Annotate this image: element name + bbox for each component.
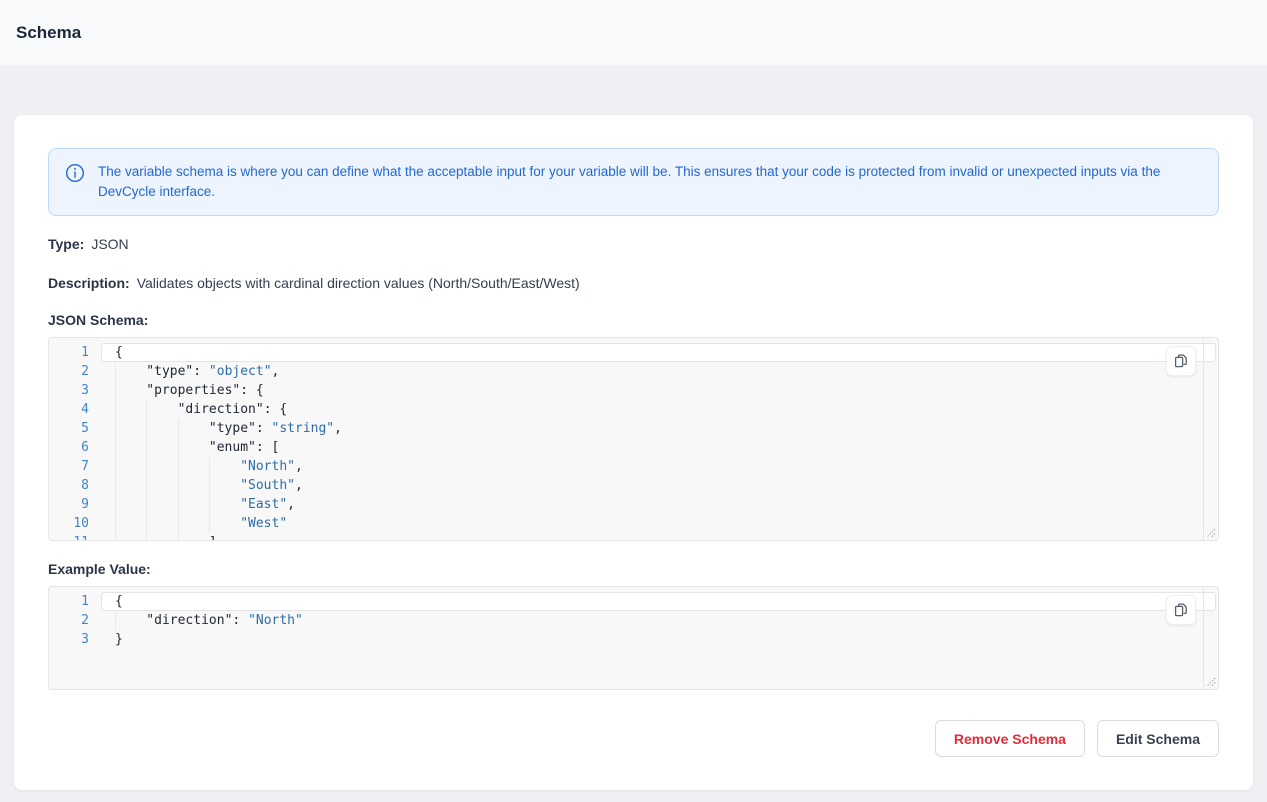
code-text[interactable]: "enum": [ (101, 438, 1216, 457)
code-line: 6 "enum": [ (49, 438, 1218, 457)
json-schema-label: JSON Schema: (48, 312, 1219, 329)
type-value: JSON (91, 236, 128, 252)
code-text[interactable]: "direction": "North" (101, 611, 1216, 630)
type-label: Type: (48, 236, 84, 252)
description-field: Description: Validates objects with cardi… (48, 275, 1219, 292)
remove-schema-button[interactable]: Remove Schema (935, 720, 1085, 757)
page-title: Schema (16, 23, 81, 43)
code-line: 1{ (49, 343, 1218, 362)
code-text[interactable]: } (101, 630, 1216, 649)
example-value-label: Example Value: (48, 561, 1219, 578)
code-line: 3} (49, 630, 1218, 649)
resize-grip-icon (1206, 677, 1216, 687)
code-text[interactable]: "type": "string", (101, 419, 1216, 438)
code-line: 2 "direction": "North" (49, 611, 1218, 630)
code-lines: 1{2"direction": "North"3} (49, 587, 1218, 649)
line-number: 10 (49, 514, 89, 533)
line-number: 8 (49, 476, 89, 495)
code-text[interactable]: "type": "object", (101, 362, 1216, 381)
code-text[interactable]: "South", (101, 476, 1216, 495)
line-number: 3 (49, 630, 89, 649)
line-number: 2 (49, 611, 89, 630)
code-line: 10 "West" (49, 514, 1218, 533)
resize-grip-icon (1206, 528, 1216, 538)
code-line: 1{ (49, 592, 1218, 611)
line-number: 9 (49, 495, 89, 514)
code-line: 8 "South", (49, 476, 1218, 495)
code-line: 2 "type": "object", (49, 362, 1218, 381)
line-number: 4 (49, 400, 89, 419)
info-alert-text: The variable schema is where you can def… (98, 162, 1202, 202)
copy-icon (1173, 353, 1189, 369)
edit-schema-button[interactable]: Edit Schema (1097, 720, 1219, 757)
info-alert: The variable schema is where you can def… (48, 148, 1219, 216)
page-header: Schema (0, 0, 1267, 67)
code-line: 7 "North", (49, 457, 1218, 476)
line-number: 6 (49, 438, 89, 457)
type-field: Type: JSON (48, 236, 1219, 253)
code-line: 4 "direction": { (49, 400, 1218, 419)
code-text[interactable]: "properties": { (101, 381, 1216, 400)
copy-icon (1173, 602, 1189, 618)
code-text[interactable]: "direction": { (101, 400, 1216, 419)
resize-handle[interactable] (1204, 526, 1216, 538)
resize-handle[interactable] (1204, 675, 1216, 687)
line-number: 1 (49, 343, 89, 362)
info-icon (65, 163, 85, 183)
code-text[interactable]: "West" (101, 514, 1216, 533)
code-text[interactable]: ] (101, 533, 1216, 541)
code-line: 5 "type": "string", (49, 419, 1218, 438)
code-text[interactable]: { (101, 592, 1216, 611)
code-text[interactable]: "East", (101, 495, 1216, 514)
scrollbar-divider (1203, 587, 1204, 689)
code-text[interactable]: { (101, 343, 1216, 362)
schema-card: The variable schema is where you can def… (14, 115, 1253, 790)
code-line: 3 "properties": { (49, 381, 1218, 400)
code-text[interactable]: "North", (101, 457, 1216, 476)
scrollbar-divider (1203, 338, 1204, 540)
copy-button[interactable] (1166, 595, 1196, 625)
description-label: Description: (48, 275, 130, 291)
line-number: 2 (49, 362, 89, 381)
copy-button[interactable] (1166, 346, 1196, 376)
line-number: 11 (49, 533, 89, 541)
line-number: 5 (49, 419, 89, 438)
line-number: 3 (49, 381, 89, 400)
line-number: 1 (49, 592, 89, 611)
code-line: 11] (49, 533, 1218, 541)
example-value-editor[interactable]: 1{2"direction": "North"3} (48, 586, 1219, 690)
button-row: Remove Schema Edit Schema (48, 720, 1219, 757)
json-schema-editor[interactable]: 1{2"type": "object",3"properties": {4"di… (48, 337, 1219, 541)
line-number: 7 (49, 457, 89, 476)
code-lines: 1{2"type": "object",3"properties": {4"di… (49, 338, 1218, 541)
code-line: 9 "East", (49, 495, 1218, 514)
description-value: Validates objects with cardinal directio… (137, 275, 580, 291)
